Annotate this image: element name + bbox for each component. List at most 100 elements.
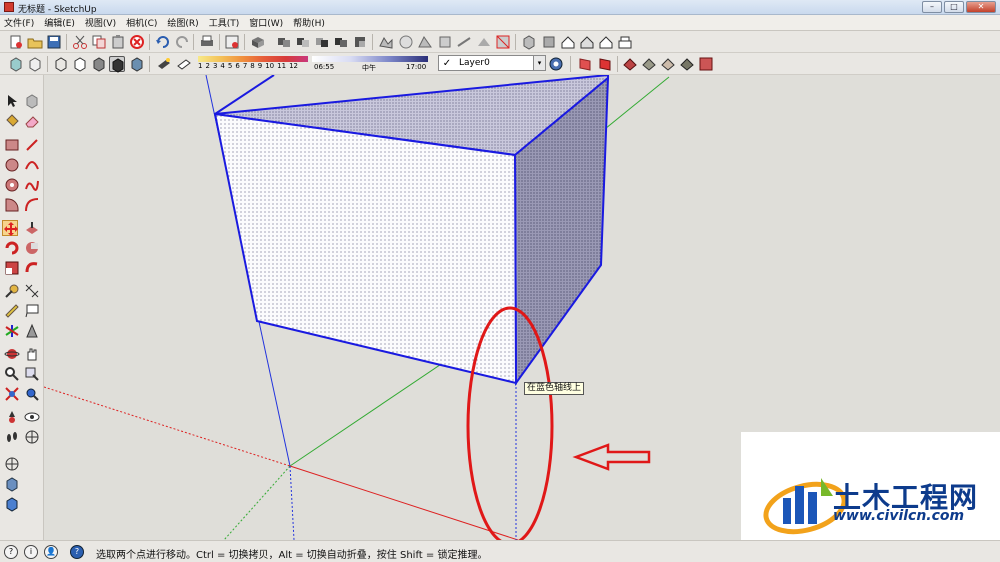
add-detail-icon[interactable] — [476, 34, 492, 50]
front-view-icon[interactable] — [560, 34, 576, 50]
dimension-tool-icon[interactable] — [24, 283, 40, 299]
model-info-icon[interactable] — [224, 34, 240, 50]
rotate-tool-icon[interactable] — [4, 240, 20, 256]
cut-icon[interactable] — [72, 34, 88, 50]
geo-location-status-icon[interactable]: ? — [4, 545, 18, 559]
instructor-help-icon[interactable]: ? — [70, 545, 84, 559]
select-arrow-icon[interactable] — [4, 93, 20, 109]
previous-view-icon[interactable] — [24, 386, 40, 402]
close-button[interactable]: ✕ — [966, 1, 996, 13]
text-tool-icon[interactable] — [24, 303, 40, 319]
shadow-settings-icon[interactable] — [156, 56, 172, 72]
zoom-icon[interactable] — [4, 366, 20, 382]
shaded-icon[interactable] — [91, 56, 107, 72]
left-view-icon[interactable] — [617, 34, 633, 50]
user-sign-in-icon[interactable]: 👤 — [44, 545, 58, 559]
two-point-arc-icon[interactable] — [24, 197, 40, 213]
look-around-eye-icon[interactable] — [24, 409, 40, 425]
protractor-icon[interactable] — [4, 303, 20, 319]
sandbox-contours-icon[interactable] — [378, 34, 394, 50]
open-folder-icon[interactable] — [27, 34, 43, 50]
warehouse-icon[interactable] — [4, 476, 20, 492]
menu-edit[interactable]: 编辑(E) — [44, 16, 75, 29]
pan-hand-icon[interactable] — [24, 346, 40, 362]
scale-tool-icon[interactable] — [4, 260, 20, 276]
iso-view-icon[interactable] — [521, 34, 537, 50]
trim-icon[interactable] — [352, 34, 368, 50]
undo-icon[interactable] — [155, 34, 171, 50]
flip-edge-icon[interactable] — [495, 34, 511, 50]
polygon-tool-icon[interactable] — [4, 177, 20, 193]
paste-icon[interactable] — [110, 34, 126, 50]
save-icon[interactable] — [46, 34, 62, 50]
position-camera-icon[interactable] — [4, 409, 20, 425]
photo-texture-icon[interactable] — [660, 56, 676, 72]
menu-view[interactable]: 视图(V) — [85, 16, 116, 29]
menu-window[interactable]: 窗口(W) — [249, 16, 283, 29]
orbit-icon[interactable] — [4, 346, 20, 362]
follow-me-icon[interactable] — [24, 240, 40, 256]
menu-tools[interactable]: 工具(T) — [209, 16, 240, 29]
axes-tool-icon[interactable] — [4, 323, 20, 339]
section-plane-icon[interactable] — [577, 56, 593, 72]
top-view-icon[interactable] — [541, 34, 557, 50]
intersect-icon[interactable] — [314, 34, 330, 50]
section-display-icon[interactable] — [597, 56, 613, 72]
smoove-icon[interactable] — [417, 34, 433, 50]
print-icon[interactable] — [199, 34, 215, 50]
time-slider[interactable] — [312, 56, 428, 62]
line-pencil-icon[interactable] — [24, 137, 40, 153]
material-icon[interactable] — [641, 56, 657, 72]
display-shadows-icon[interactable] — [176, 56, 192, 72]
match-photo-icon[interactable] — [679, 56, 695, 72]
extension-warehouse-icon[interactable] — [4, 496, 20, 512]
hidden-line-icon[interactable] — [72, 56, 88, 72]
shaded-with-textures-icon[interactable] — [109, 56, 125, 73]
tape-measure-icon[interactable] — [4, 283, 20, 299]
layer-select[interactable]: ✓ Layer0 ▾ — [438, 55, 546, 71]
rectangle-tool-icon[interactable] — [4, 137, 20, 153]
walk-footprints-icon[interactable] — [4, 429, 20, 445]
stamp-icon[interactable] — [437, 34, 453, 50]
make-component-icon[interactable] — [250, 34, 266, 50]
eraser-icon[interactable] — [24, 113, 40, 129]
sandbox-scratch-icon[interactable] — [398, 34, 414, 50]
new-file-icon[interactable] — [8, 34, 24, 50]
3d-text-icon[interactable] — [24, 323, 40, 339]
menu-camera[interactable]: 相机(C) — [126, 16, 157, 29]
circle-tool-icon[interactable] — [4, 157, 20, 173]
minimize-button[interactable]: – — [922, 1, 942, 13]
subtract-icon[interactable] — [295, 34, 311, 50]
zoom-window-icon[interactable] — [24, 366, 40, 382]
offset-tool-icon[interactable] — [24, 260, 40, 276]
xray-icon[interactable] — [8, 56, 24, 72]
credits-info-icon[interactable]: i — [24, 545, 38, 559]
right-view-icon[interactable] — [579, 34, 595, 50]
menu-help[interactable]: 帮助(H) — [293, 16, 325, 29]
move-tool-icon[interactable] — [2, 220, 18, 236]
make-component-tool-icon[interactable] — [24, 93, 40, 109]
drape-icon[interactable] — [456, 34, 472, 50]
maximize-button[interactable]: □ — [944, 1, 964, 13]
erase-delete-icon[interactable] — [129, 34, 145, 50]
layer-manager-icon[interactable] — [548, 56, 564, 72]
monochrome-icon[interactable] — [129, 56, 145, 72]
chevron-down-icon[interactable]: ▾ — [533, 56, 545, 70]
copy-icon[interactable] — [91, 34, 107, 50]
section-plane-tool-icon[interactable] — [24, 429, 40, 445]
arc-tool-icon[interactable] — [24, 157, 40, 173]
cube-front-face[interactable] — [213, 112, 518, 385]
split-icon[interactable] — [333, 34, 349, 50]
menu-draw[interactable]: 绘图(R) — [167, 16, 198, 29]
menu-file[interactable]: 文件(F) — [4, 16, 34, 29]
back-view-icon[interactable] — [598, 34, 614, 50]
wireframe-icon[interactable] — [53, 56, 69, 72]
back-edges-icon[interactable] — [27, 56, 43, 72]
sandbox-view-icon[interactable] — [4, 456, 20, 472]
union-icon[interactable] — [276, 34, 292, 50]
push-pull-icon[interactable] — [24, 220, 40, 236]
freehand-tool-icon[interactable] — [24, 177, 40, 193]
redo-icon[interactable] — [174, 34, 190, 50]
zoom-extents-icon[interactable] — [4, 386, 20, 402]
geo-location-icon[interactable] — [698, 56, 714, 72]
